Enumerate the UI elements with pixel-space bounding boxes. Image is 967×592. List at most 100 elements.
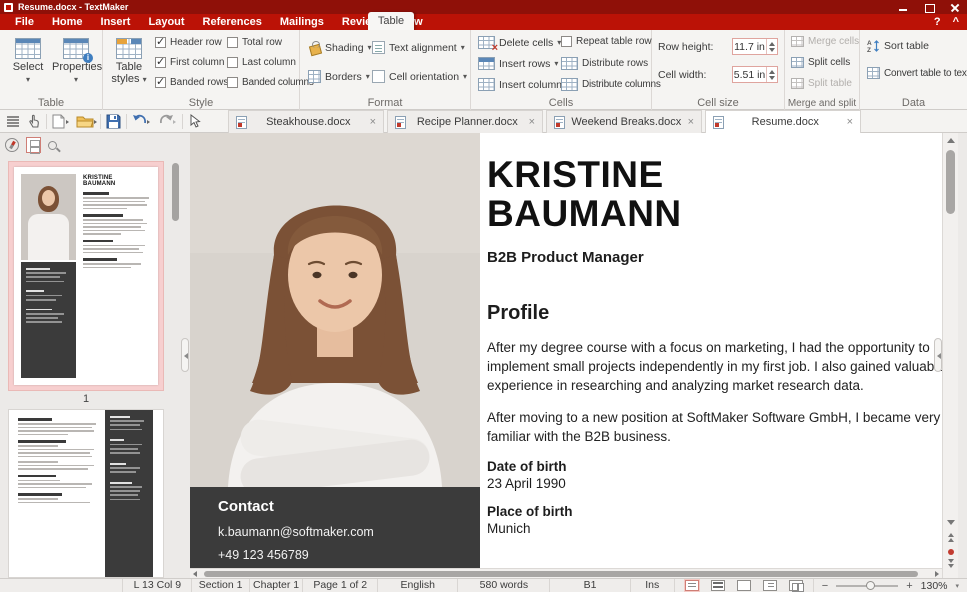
borders-button[interactable]: Borders ▾ [308,70,370,83]
checkbox-last-column[interactable]: Last column [227,57,296,68]
vertical-scrollbar-thumb[interactable] [946,150,955,214]
vertical-scrollbar[interactable] [942,133,958,578]
resume-photo [190,133,480,487]
table-styles-icon [116,38,142,59]
text-alignment-button[interactable]: Text alignment ▾ [372,41,465,54]
new-document-icon[interactable] [52,114,70,132]
next-object-icon[interactable] [948,559,954,568]
close-tab-icon[interactable]: × [529,116,535,128]
resume-last-name: BAUMANN [487,194,942,233]
insert-rows-button[interactable]: Insert rows ▾ [478,57,558,70]
thumbnail-page-1[interactable]: KRISTINE BAUMANN [8,161,164,391]
menu-mailings[interactable]: Mailings [271,14,333,30]
continuous-view-icon[interactable] [711,580,725,591]
horizontal-scrollbar[interactable] [190,568,942,578]
horizontal-scrollbar-thumb[interactable] [204,571,918,577]
checkbox-banded-rows[interactable]: Banded rows [155,77,228,88]
distribute-columns-button[interactable]: Distribute columns [561,78,661,91]
page-indicator[interactable]: Page 1 of 2 [302,579,377,592]
profile-paragraph-2: After moving to a new position at SoftMa… [487,408,942,446]
table-styles-button[interactable]: Table styles ▾ [107,34,151,86]
doc-tab-steakhouse[interactable]: Steakhouse.docx × [228,110,384,133]
checkbox-total-row[interactable]: Total row [227,37,282,48]
language-indicator[interactable]: English [377,579,457,592]
two-page-view-icon[interactable] [789,580,803,591]
menu-insert[interactable]: Insert [92,14,140,30]
menu-layout[interactable]: Layout [139,14,193,30]
word-count[interactable]: 580 words [457,579,549,592]
section-indicator[interactable]: Section 1 [191,579,248,592]
right-panel-handle[interactable] [934,338,942,372]
chapter-indicator[interactable]: Chapter 1 [249,579,303,592]
scroll-down-icon[interactable] [947,520,955,525]
menu-home[interactable]: Home [43,14,92,30]
thumbnail-page-2[interactable] [8,409,164,578]
zoom-in-button[interactable]: + [906,580,912,592]
row-height-input[interactable]: 11.7 in [732,38,778,55]
scroll-up-icon[interactable] [947,138,955,143]
menu-references[interactable]: References [194,14,271,30]
normal-view-icon[interactable] [685,580,699,591]
open-folder-icon[interactable] [76,114,97,132]
zoom-level[interactable]: 130% [921,580,948,592]
shading-button[interactable]: Shading ▾ [308,41,372,54]
delete-cells-button[interactable]: Delete cells ▾ [478,36,561,49]
close-tab-icon[interactable]: × [847,116,853,128]
maximize-icon[interactable] [923,2,935,13]
touch-mode-icon[interactable] [27,114,41,131]
document-page[interactable]: Contact k.baumann@softmaker.com +49 123 … [190,133,942,568]
zoom-out-button[interactable]: − [822,580,828,592]
cell-orientation-button[interactable]: Cell orientation ▾ [372,70,467,83]
undo-icon[interactable] [132,114,151,131]
search-icon[interactable] [48,141,57,150]
svg-text:Z: Z [867,47,871,53]
doc-tab-weekend-breaks[interactable]: Weekend Breaks.docx × [546,110,702,133]
minimize-icon[interactable] [897,2,909,13]
page-thumbnails-icon[interactable] [26,137,41,153]
menu-file[interactable]: File [6,14,43,30]
zoom-slider[interactable] [836,585,898,587]
zoom-menu-caret-icon[interactable]: ▾ [956,582,960,590]
zoom-slider-handle[interactable] [866,581,875,590]
convert-table-to-text-button[interactable]: Convert table to text [867,67,967,79]
navigation-compass-icon[interactable] [5,138,19,152]
properties-button[interactable]: Properties ▾ [52,34,100,86]
cell-width-spinner[interactable] [766,67,777,82]
collapse-ribbon-icon[interactable]: ^ [953,16,959,28]
cursor-position[interactable]: L 13 Col 9 [122,579,191,592]
close-tab-icon[interactable]: × [688,116,694,128]
browse-object-icon[interactable] [948,549,954,555]
insert-mode-indicator[interactable]: Ins [630,579,674,592]
tab-table-contextual[interactable]: Table [368,12,414,30]
cell-width-input[interactable]: 5.51 in [732,66,778,83]
scroll-left-icon[interactable] [193,571,197,577]
object-mode-icon[interactable] [737,580,751,591]
sidebar-collapse-handle[interactable] [181,338,189,372]
row-height-spinner[interactable] [766,39,777,54]
thumbnail-dark-sidebar [21,262,76,378]
select-button[interactable]: Select ▾ [6,34,50,86]
close-tab-icon[interactable]: × [370,116,376,128]
ribbon-group-style: Table styles ▾ Header row First column B… [103,30,300,110]
checkbox-first-column[interactable]: First column [155,57,224,68]
ribbon-group-cell-size: Row height: 11.7 in Cell width: 5.51 in … [652,30,785,110]
doc-tab-resume[interactable]: Resume.docx × [705,110,861,133]
close-icon[interactable] [949,2,961,13]
sidebar-scrollbar-thumb[interactable] [172,163,179,221]
help-icon[interactable]: ? [934,16,941,28]
object-pointer-icon[interactable] [189,114,201,131]
scroll-right-icon[interactable] [935,571,939,577]
redo-icon[interactable] [158,114,177,131]
sidebar-scrollbar[interactable] [172,159,179,577]
sidebar-toggle-icon[interactable] [6,114,20,131]
repeat-table-row-checkbox[interactable]: Repeat table row [561,36,652,47]
checkbox-header-row[interactable]: Header row [155,37,222,48]
doc-tab-recipe-planner[interactable]: Recipe Planner.docx × [387,110,543,133]
split-cells-button[interactable]: Split cells [791,57,850,68]
dropdown-caret-icon: ▾ [554,59,558,68]
previous-object-icon[interactable] [948,533,954,542]
sort-table-button[interactable]: A Z Sort table [867,39,929,53]
distribute-rows-button[interactable]: Distribute rows [561,57,648,70]
save-icon[interactable] [106,114,121,132]
outline-view-icon[interactable] [763,580,777,591]
